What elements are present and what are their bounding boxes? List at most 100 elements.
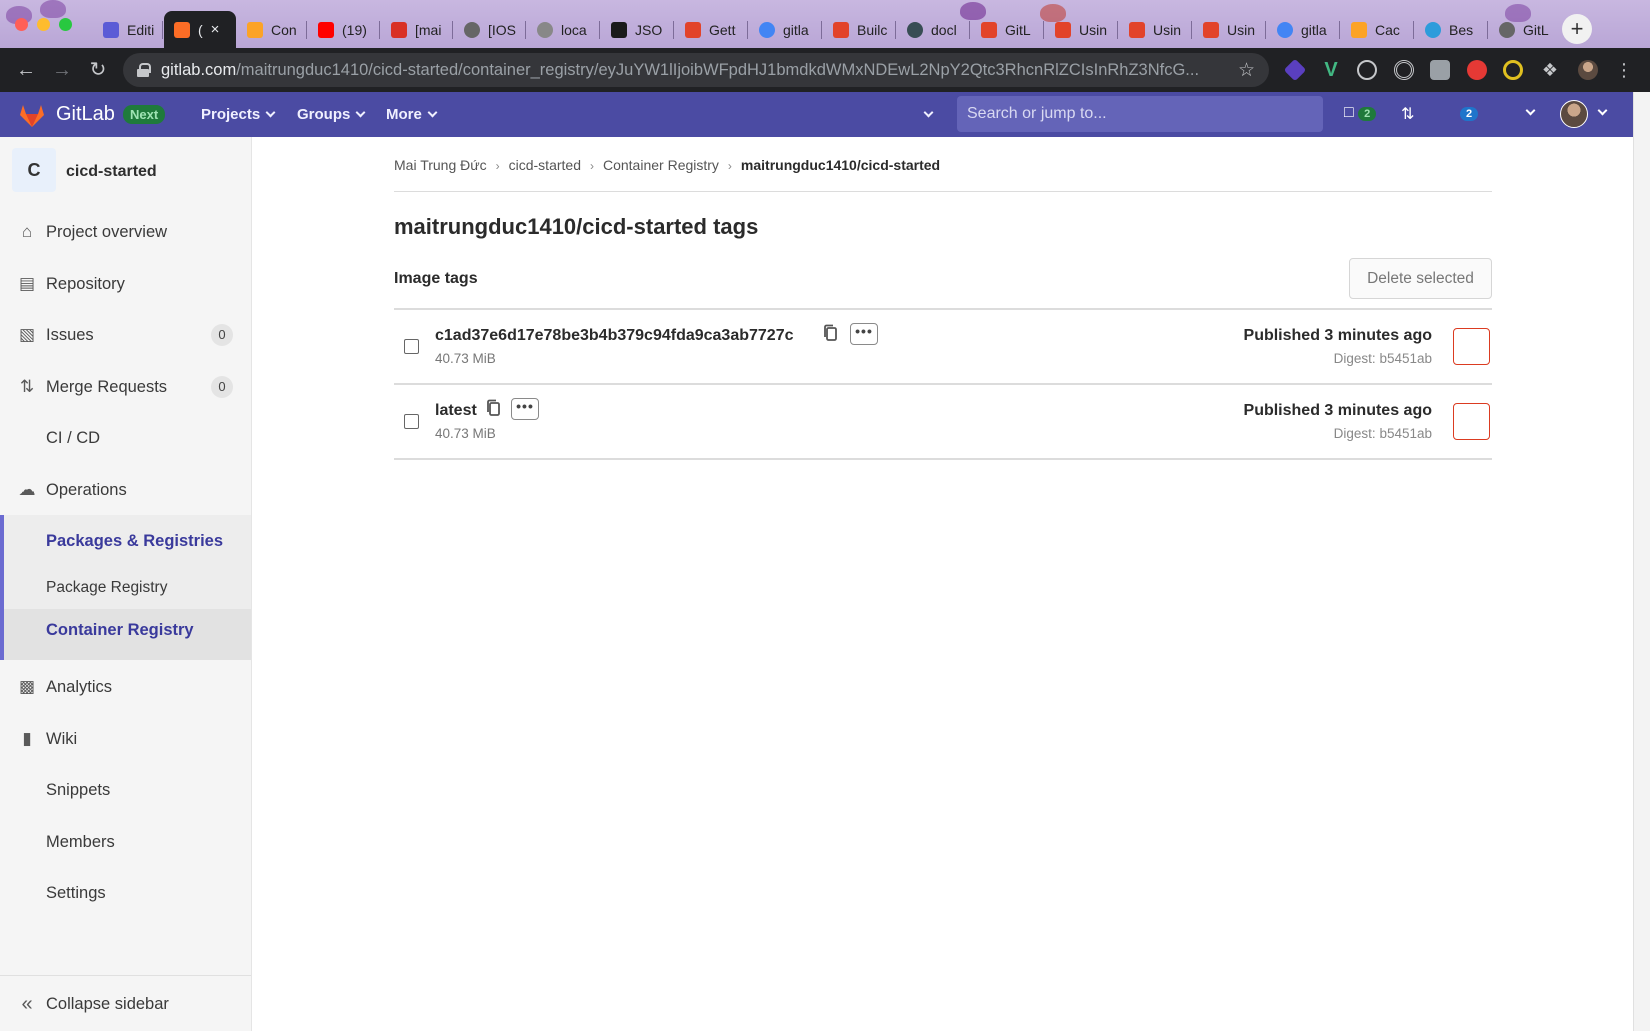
extension-icon[interactable] (1430, 60, 1450, 80)
project-avatar[interactable]: C (12, 148, 56, 192)
sidebar-item-merge-requests[interactable]: ⇅ Merge Requests 0 (0, 367, 251, 407)
issues-shortcut[interactable]: □ 2 (1344, 104, 1377, 122)
tab-close-icon[interactable]: × (211, 21, 220, 38)
address-bar[interactable]: gitlab.com/maitrungduc1410/cicd-started/… (123, 53, 1269, 87)
gitlab-favicon (174, 21, 190, 38)
sidebar-item-snippets[interactable]: Snippets (0, 770, 251, 810)
browser-tab[interactable]: GitL (1489, 11, 1551, 48)
browser-tab[interactable]: JSO (601, 11, 674, 48)
chevron-down-icon (427, 107, 438, 118)
browser-tab[interactable]: Usin (1193, 11, 1266, 48)
sidebar-item-label: Repository (46, 274, 125, 293)
browser-tab[interactable]: [IOS (454, 11, 526, 48)
gmail-favicon (391, 21, 407, 38)
vue-devtools-icon[interactable]: V (1321, 60, 1341, 80)
project-name[interactable]: cicd-started (66, 163, 157, 181)
chevron-down-icon (355, 107, 366, 118)
more-menu[interactable]: More (386, 106, 438, 123)
gitlab-brand[interactable]: GitLab (56, 103, 115, 126)
breadcrumb-link[interactable]: cicd-started (509, 157, 581, 173)
back-arrow-icon[interactable]: ← (14, 58, 38, 82)
issues-count-badge: 2 (1358, 107, 1377, 121)
help-dropdown[interactable] (1520, 104, 1536, 122)
todos-shortcut[interactable]: 2 (1460, 104, 1478, 122)
delete-tag-button[interactable] (1453, 328, 1490, 365)
bookmark-star-icon[interactable]: ☆ (1238, 59, 1255, 82)
sidebar-item-wiki[interactable]: ▮ Wiki (0, 719, 251, 759)
reload-icon[interactable]: ↻ (86, 58, 110, 82)
extension-icon[interactable] (1467, 60, 1487, 80)
delete-selected-button[interactable]: Delete selected (1349, 258, 1492, 299)
collapse-sidebar-button[interactable]: « Collapse sidebar (0, 975, 251, 1031)
groups-menu[interactable]: Groups (297, 106, 366, 123)
page-scrollbar[interactable] (1633, 92, 1650, 1031)
forward-arrow-icon[interactable]: → (50, 58, 74, 82)
sidebar-item-package-registry[interactable]: Package Registry (0, 568, 251, 608)
window-close-button[interactable] (15, 18, 28, 31)
image-tags-heading: Image tags (394, 270, 478, 287)
issues-icon: ▧ (18, 325, 36, 344)
sidebar-item-members[interactable]: Members (0, 822, 251, 862)
breadcrumb-link[interactable]: Mai Trung Đức (394, 157, 487, 173)
puzzle-extensions-icon[interactable]: ❖ (1540, 60, 1560, 80)
sidebar-item-settings[interactable]: Settings (0, 873, 251, 913)
extension-icon[interactable] (1394, 60, 1414, 80)
browser-tab[interactable]: gitla (749, 11, 822, 48)
sidebar-item-analytics[interactable]: ▩ Analytics (0, 667, 251, 707)
breadcrumb-link[interactable]: Container Registry (603, 157, 719, 173)
tag-select-checkbox[interactable] (404, 414, 419, 429)
merge-requests-shortcut[interactable]: ⇅ (1401, 104, 1414, 124)
breadcrumb: Mai Trung Đức › cicd-started › Container Reg… (394, 157, 940, 173)
user-menu-dropdown[interactable] (1592, 104, 1608, 122)
gitlab-logo-icon[interactable] (18, 102, 46, 128)
sidebar-item-operations[interactable]: ☁ Operations (0, 470, 251, 510)
user-avatar[interactable] (1560, 100, 1588, 128)
sidebar-item-packages-registries[interactable]: Packages & Registries (0, 521, 251, 561)
browser-tab[interactable]: (19) (308, 11, 380, 48)
browser-tab[interactable]: Bes (1415, 11, 1488, 48)
sidebar-item-issues[interactable]: ▧ Issues 0 (0, 315, 251, 355)
breadcrumb-current[interactable]: maitrungduc1410/cicd-started (741, 157, 940, 173)
sidebar-item-label: Members (46, 832, 115, 851)
copy-icon[interactable] (485, 399, 501, 417)
browser-tab[interactable]: Usin (1119, 11, 1192, 48)
copy-icon[interactable] (822, 324, 838, 342)
browser-tab[interactable]: Usin (1045, 11, 1118, 48)
sidebar-item-ci-cd[interactable]: CI / CD (0, 418, 251, 458)
window-minimize-button[interactable] (37, 18, 50, 31)
more-actions-button[interactable]: ••• (511, 398, 539, 420)
new-tab-button[interactable]: + (1562, 14, 1592, 44)
merge-requests-count-badge: 0 (211, 376, 233, 398)
browser-tab[interactable]: GitL (971, 11, 1044, 48)
browser-tab[interactable]: Cac (1341, 11, 1414, 48)
sidebar-item-label: Settings (46, 883, 106, 902)
delete-tag-button[interactable] (1453, 403, 1490, 440)
url-path: /maitrungduc1410/cicd-started/container_… (236, 60, 1200, 79)
browser-tab[interactable]: gitla (1267, 11, 1340, 48)
collapse-sidebar-label: Collapse sidebar (46, 994, 169, 1013)
browser-tab[interactable]: Builc (823, 11, 896, 48)
profile-avatar[interactable] (1578, 60, 1598, 80)
more-actions-button[interactable]: ••• (850, 323, 878, 345)
next-badge[interactable]: Next (123, 105, 166, 124)
search-input[interactable]: Search or jump to... (957, 96, 1323, 132)
browser-tab[interactable]: Gett (675, 11, 748, 48)
extension-icon[interactable] (1283, 58, 1307, 82)
window-zoom-button[interactable] (59, 18, 72, 31)
browser-tab[interactable]: [mai (381, 11, 453, 48)
tag-select-checkbox[interactable] (404, 339, 419, 354)
projects-menu[interactable]: Projects (201, 106, 276, 123)
sidebar-item-container-registry[interactable]: Container Registry (0, 610, 251, 650)
sidebar-item-repository[interactable]: ▤ Repository (0, 264, 251, 304)
browser-tab[interactable]: loca (527, 11, 600, 48)
browser-tab[interactable]: docl (897, 11, 970, 48)
collapse-sidebar-row[interactable]: « Collapse sidebar (0, 984, 251, 1024)
browser-tab[interactable]: Editi (93, 11, 163, 48)
kebab-menu-icon[interactable]: ⋮ (1614, 60, 1634, 80)
react-devtools-icon[interactable] (1357, 60, 1377, 80)
extension-icon[interactable] (1503, 60, 1523, 80)
browser-tab-active[interactable]: (× (164, 11, 236, 48)
plus-dropdown[interactable] (918, 106, 934, 123)
sidebar-item-project-overview[interactable]: ⌂ Project overview (0, 212, 251, 252)
browser-tab[interactable]: Con (237, 11, 307, 48)
